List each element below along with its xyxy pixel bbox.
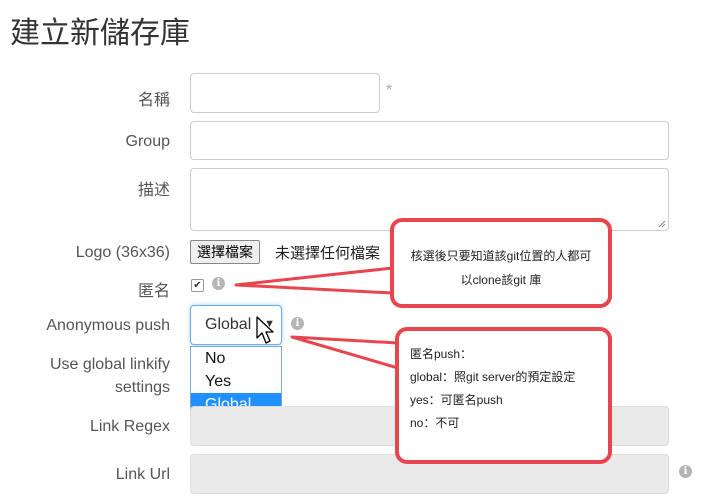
- anonymous-callout: 核選後只要知道該git位置的人都可 以clone該git 庫: [390, 218, 612, 308]
- push-callout-line: global：照git server的預定設定: [410, 370, 576, 384]
- push-callout-line: 匿名push：: [410, 347, 473, 361]
- mouse-cursor-icon: [256, 316, 274, 344]
- push-callout: 匿名push： global：照git server的預定設定 yes：可匿名p…: [395, 327, 612, 464]
- callout-arrows: [234, 266, 400, 370]
- push-callout-line: no：不可: [410, 416, 460, 430]
- anonymous-callout-line1: 核選後只要知道該git位置的人都可: [410, 249, 592, 263]
- push-callout-line: yes：可匿名push: [410, 393, 503, 407]
- callout-arrow-anonymous: [234, 266, 395, 295]
- anonymous-callout-line2: 以clone該git 庫: [460, 273, 542, 287]
- callout-arrow-push: [290, 335, 400, 370]
